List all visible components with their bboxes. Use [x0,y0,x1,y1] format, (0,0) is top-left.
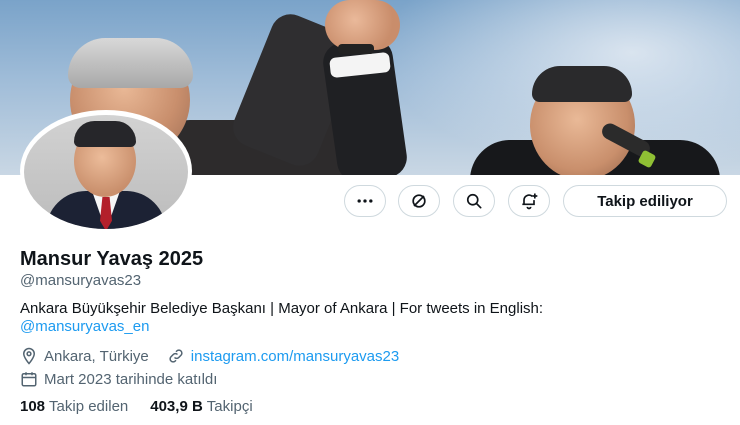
followers-label: Takipçi [206,398,253,415]
notifications-button[interactable] [508,185,550,217]
followers-count: 403,9 B [150,398,203,415]
joined-date: Mart 2023 tarihinde katıldı [44,370,218,388]
banner-raised-hands [325,0,400,50]
banner-hair-left [68,38,193,88]
more-dots-icon [357,199,373,203]
profile-stats: 108 Takip edilen 403,9 B Takipçi [20,398,253,415]
subscribe-button[interactable] [398,185,440,217]
bio-text: Ankara Büyükşehir Belediye Başkanı | May… [20,300,544,317]
link-icon [169,349,183,363]
more-button[interactable] [344,185,386,217]
following-label: Takip edilen [49,398,129,415]
search-icon [466,193,482,209]
bio-mention-link[interactable]: @mansuryavas_en [20,318,149,335]
display-name: Mansur Yavaş 2025 [20,248,204,270]
notification-add-icon [522,193,538,210]
banner-watch [338,44,374,54]
username: @mansuryavas23 [20,272,142,289]
calendar-icon [21,372,37,387]
following-count: 108 [20,398,46,415]
subscribe-icon [412,194,426,208]
website-link[interactable]: instagram.com/mansuryavas23 [191,348,399,365]
location-text: Ankara, Türkiye [44,347,149,365]
avatar[interactable] [24,115,188,229]
followers-stat[interactable]: 403,9 B Takipçi [150,398,252,415]
following-stat[interactable]: 108 Takip edilen [20,398,128,415]
profile-meta-row: Ankara, Türkiye instagram.com/mansuryava… [20,347,399,365]
banner-hair-right [532,66,632,102]
following-button[interactable]: Takip ediliyor [563,185,727,217]
joined-row: Mart 2023 tarihinde katıldı [20,370,217,388]
search-button[interactable] [453,185,495,217]
avatar-hair [74,121,136,147]
location-icon [22,347,36,365]
